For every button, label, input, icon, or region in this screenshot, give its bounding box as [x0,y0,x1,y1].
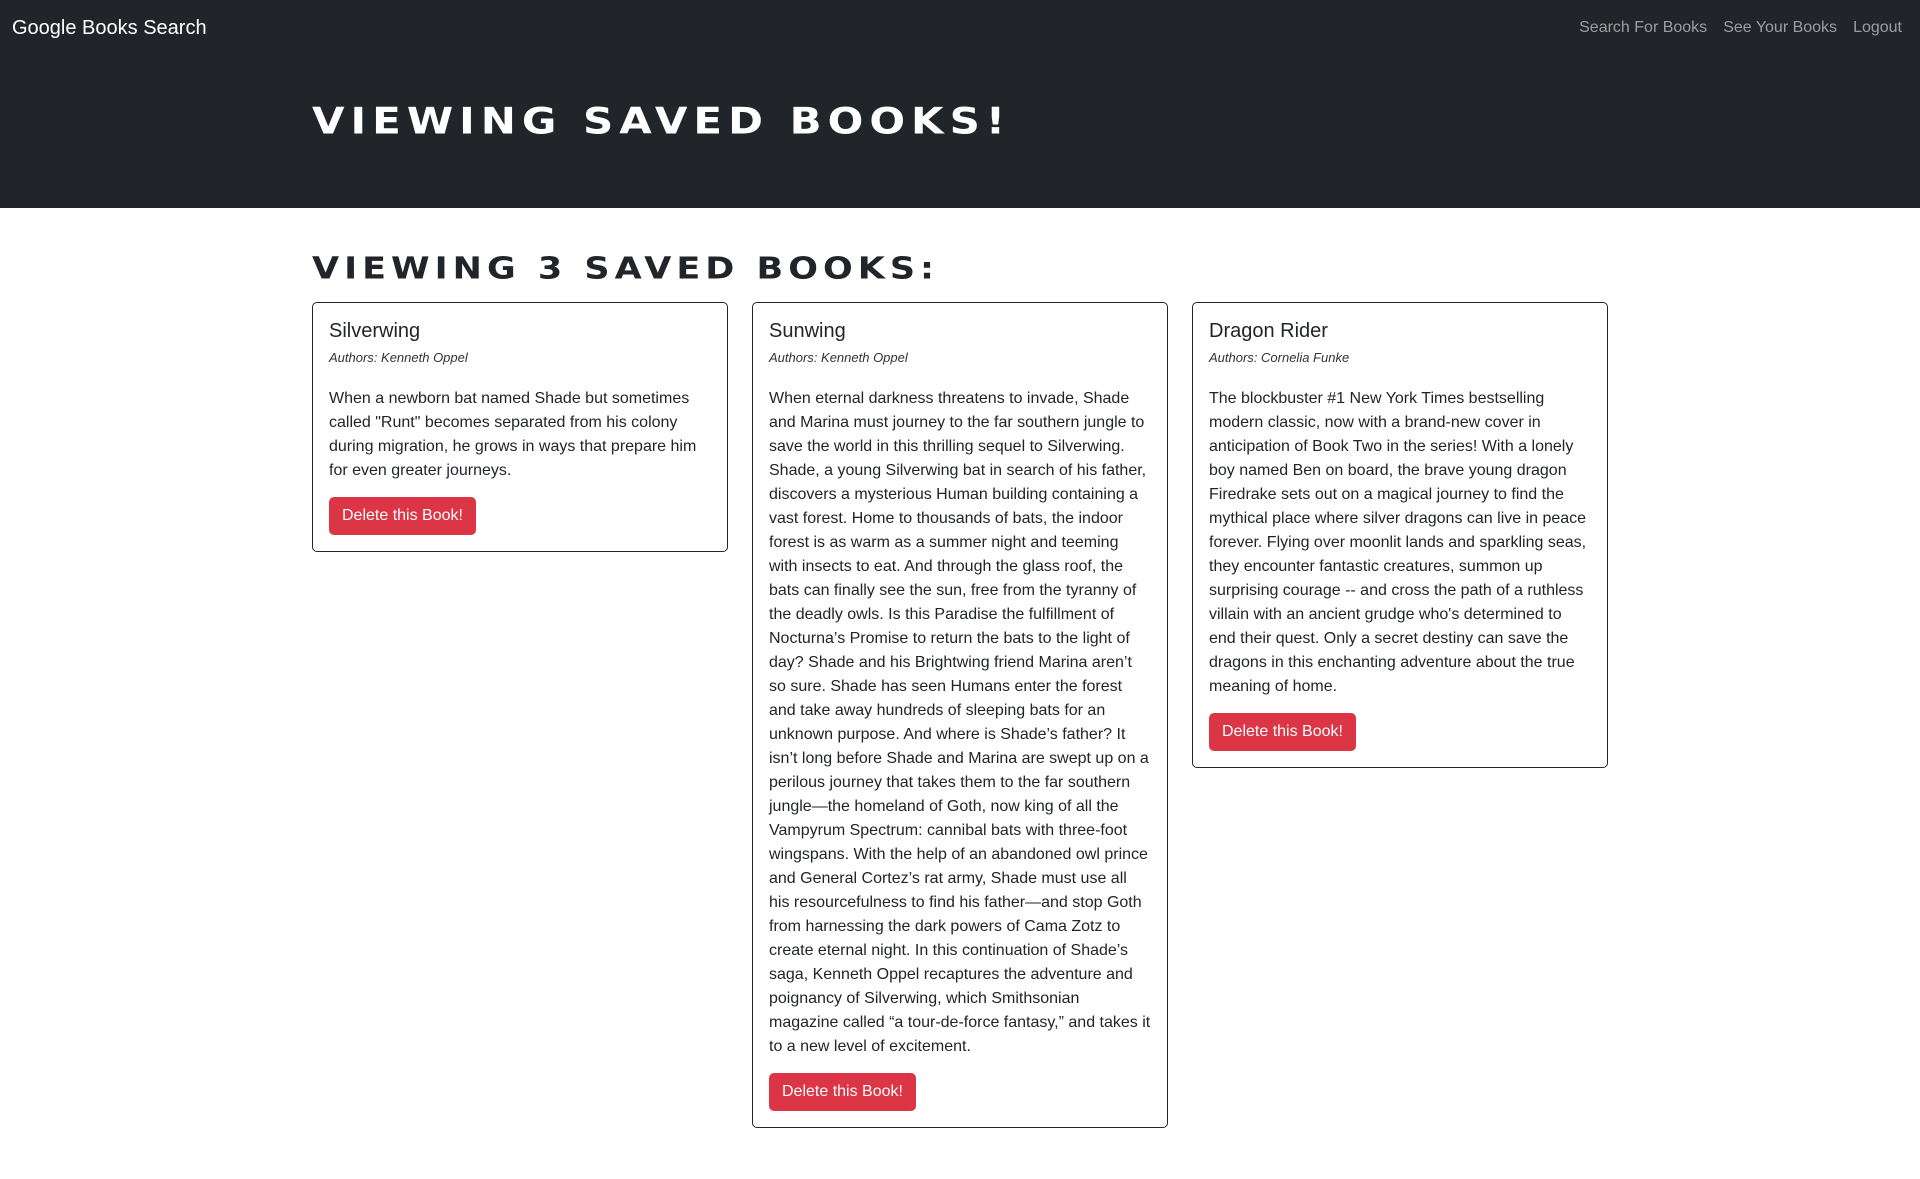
hero-banner: Viewing saved books! [0,56,1920,208]
book-title: Sunwing [769,320,846,342]
page-title: Viewing saved books! [312,100,1011,143]
book-card: Dragon Rider Authors: Cornelia Funke The… [1192,302,1608,768]
book-authors: Authors: Kenneth Oppel [329,350,468,365]
book-card: Sunwing Authors: Kenneth Oppel When eter… [752,302,1168,1128]
book-authors: Authors: Kenneth Oppel [769,350,908,365]
nav-link-search-books[interactable]: Search For Books [1571,19,1715,37]
navbar: Google Books Search Search For Books See… [0,0,1920,56]
book-title: Silverwing [329,320,421,342]
book-card-list: Silverwing Authors: Kenneth Oppel When a… [312,302,1608,1128]
delete-book-button[interactable]: Delete this Book! [1209,713,1356,751]
book-description: When a newborn bat named Shade but somet… [329,390,697,479]
nav-link-saved-books[interactable]: See Your Books [1715,19,1845,37]
book-description: The blockbuster #1 New York Times bestse… [1209,390,1587,695]
nav-link-logout[interactable]: Logout [1845,19,1908,37]
book-title: Dragon Rider [1209,320,1328,342]
saved-count-heading: Viewing 3 saved books: [312,252,940,287]
brand-link[interactable]: Google Books Search [12,0,207,56]
nav-links: Search For Books See Your Books Logout [1571,19,1908,37]
delete-book-button[interactable]: Delete this Book! [769,1073,916,1111]
book-authors: Authors: Cornelia Funke [1209,350,1350,365]
book-description: When eternal darkness threatens to invad… [769,390,1151,1055]
book-card: Silverwing Authors: Kenneth Oppel When a… [312,302,728,552]
delete-book-button[interactable]: Delete this Book! [329,497,476,535]
